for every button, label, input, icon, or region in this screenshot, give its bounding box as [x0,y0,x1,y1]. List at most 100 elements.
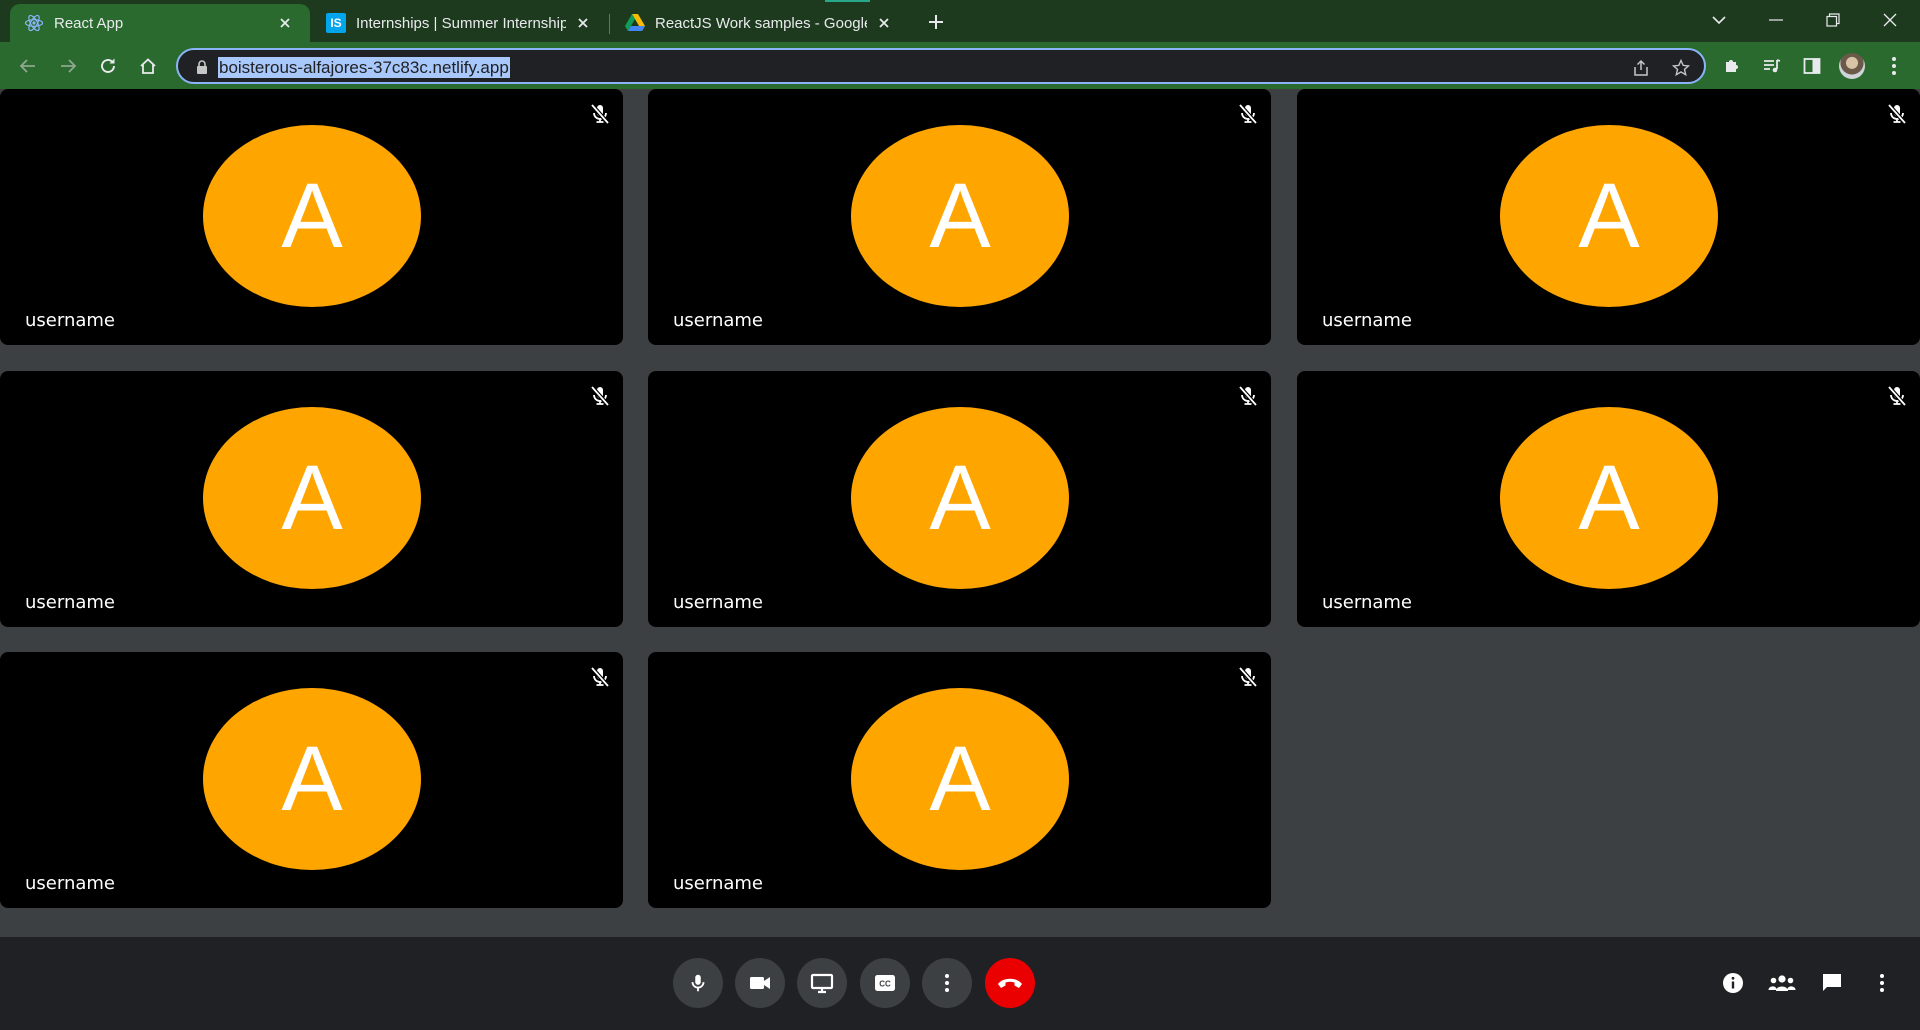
participant-tile: A username [648,371,1271,627]
participant-name: username [673,592,763,613]
url-text[interactable]: boisterous-alfajores-37c83c.netlify.app [218,57,510,78]
arrow-right-icon [61,59,77,73]
participant-name: username [673,873,763,894]
tab-title: Internships | Summer Internship 2 [356,14,566,32]
close-icon[interactable] [572,12,594,34]
tab-react-app[interactable]: React App [10,4,310,42]
close-icon [1883,13,1897,27]
avatar-initial: A [929,447,991,549]
avatar-initial: A [929,728,991,830]
minimize-button[interactable] [1748,0,1804,40]
side-panel-button[interactable] [1798,52,1826,80]
participant-tile: A username [648,89,1271,345]
participant-avatar: A [851,407,1069,589]
info-icon [1723,973,1743,993]
more-options-button[interactable] [922,958,972,1008]
tab-internships[interactable]: IS Internships | Summer Internship 2 [312,4,608,42]
participant-avatar: A [203,125,421,307]
tab-title: ReactJS Work samples - Google D [655,14,867,32]
close-icon[interactable] [274,12,296,34]
participant-tile: A username [0,89,623,345]
more-vert-icon [1880,974,1884,992]
mic-off-icon [1235,101,1261,127]
mic-off-icon [587,664,613,690]
participant-avatar: A [203,688,421,870]
mic-off-icon [1884,101,1910,127]
chevron-down-icon [1712,16,1726,25]
participant-tile: A username [1297,371,1920,627]
avatar-initial: A [281,728,343,830]
bookmark-star-icon[interactable] [1670,57,1692,79]
avatar-initial: A [281,165,343,267]
microphone-icon [691,974,705,992]
browser-toolbar: boisterous-alfajores-37c83c.netlify.app [0,42,1920,89]
meeting-controls: CC [0,937,1920,1030]
restore-button[interactable] [1805,0,1861,40]
tab-loading-indicator [825,0,870,2]
reload-icon [101,58,115,73]
close-icon[interactable] [873,12,895,34]
present-screen-button[interactable] [797,958,847,1008]
captions-button[interactable]: CC [860,958,910,1008]
lock-icon [197,60,207,74]
camera-icon [750,977,770,989]
activities-menu-button[interactable] [1867,968,1897,998]
tab-strip: React App IS Internships | Summer Intern… [0,0,1920,42]
meeting-info-button[interactable] [1718,968,1748,998]
participant-name: username [1322,310,1412,331]
home-button[interactable] [132,50,164,82]
mic-off-icon [587,383,613,409]
close-window-button[interactable] [1862,0,1918,40]
participant-tile: A username [0,652,623,908]
playlist-music-icon [1764,59,1781,73]
participant-tile: A username [1297,89,1920,345]
chrome-menu-button[interactable] [1880,52,1908,80]
participant-name: username [25,592,115,613]
svg-text:CC: CC [879,980,891,989]
side-panel-icon [1803,58,1821,74]
participant-avatar: A [851,688,1069,870]
participant-avatar: A [851,125,1069,307]
participant-name: username [25,310,115,331]
arrow-left-icon [19,59,35,73]
participant-avatar: A [1500,407,1718,589]
avatar-initial: A [929,165,991,267]
profile-avatar [1839,53,1865,79]
people-button[interactable] [1767,968,1797,998]
microphone-button[interactable] [673,958,723,1008]
forward-button[interactable] [52,50,84,82]
restore-icon [1826,13,1840,27]
share-icon[interactable] [1630,57,1652,79]
home-icon [140,58,156,74]
participant-tile: A username [0,371,623,627]
present-screen-icon [810,973,834,994]
back-button[interactable] [12,50,44,82]
avatar-initial: A [281,447,343,549]
tab-title: React App [54,14,124,32]
extensions-button[interactable] [1718,52,1746,80]
chat-icon [1823,974,1841,991]
internshala-icon: IS [326,13,346,33]
camera-button[interactable] [735,958,785,1008]
participant-avatar: A [203,407,421,589]
participant-name: username [25,873,115,894]
avatar-initial: A [1578,447,1640,549]
tab-separator [609,14,610,34]
mic-off-icon [1884,383,1910,409]
more-options-icon [945,974,949,992]
participant-grid: A username A username A username A usern… [0,89,1920,937]
new-tab-button[interactable] [922,8,950,36]
tab-google-drive[interactable]: ReactJS Work samples - Google D [611,4,909,42]
end-call-button[interactable] [985,958,1035,1008]
profile-button[interactable] [1838,52,1866,80]
chat-button[interactable] [1817,968,1847,998]
reload-button[interactable] [92,50,124,82]
captions-icon: CC [875,975,895,991]
tab-search-button[interactable] [1691,0,1747,40]
participant-avatar: A [1500,125,1718,307]
more-vert-icon [1892,57,1896,75]
media-controls-button[interactable] [1758,52,1786,80]
address-bar[interactable]: boisterous-alfajores-37c83c.netlify.app [176,48,1706,84]
google-drive-icon [625,13,645,33]
end-call-icon [998,978,1022,988]
